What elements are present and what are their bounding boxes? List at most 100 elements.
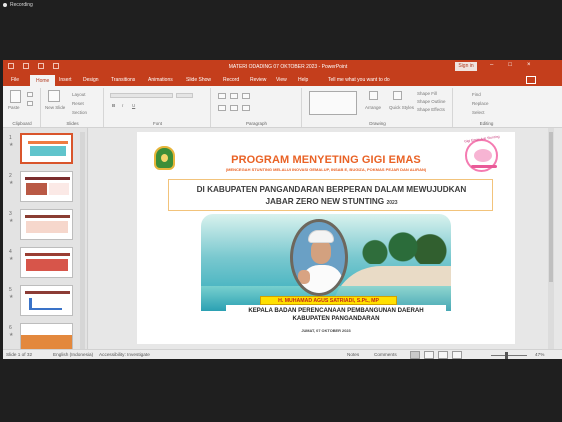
reset-button[interactable]: Reset (72, 101, 84, 106)
slide-animation-icon: ★ (9, 256, 14, 262)
font-label: Font (152, 121, 162, 126)
palm-trees-image (355, 226, 451, 264)
ribbon-tabs: File Home Insert Design Transitions Anim… (3, 73, 562, 86)
tab-transitions[interactable]: Transitions (111, 77, 135, 83)
quick-styles-icon[interactable] (393, 91, 402, 100)
tab-review[interactable]: Review (250, 77, 266, 83)
new-slide-button[interactable]: New Slide (45, 105, 65, 110)
paste-icon[interactable] (10, 90, 21, 103)
current-slide: Gigi Emas Anti Stunting PROGRAM MENYETIN… (137, 132, 515, 344)
official-position-line-2: KABUPATEN PANGANDARAN (292, 315, 380, 322)
drawing-label: Drawing (369, 121, 386, 126)
tab-home[interactable]: Home (30, 75, 56, 86)
headline-box: DI KABUPATEN PANGANDARAN BERPERAN DALAM … (168, 179, 493, 211)
arrange-button[interactable]: Arrange (365, 105, 381, 110)
slide-thumbnail-2[interactable]: 2 ★ (5, 171, 85, 205)
new-slide-icon[interactable] (48, 90, 60, 102)
slide-thumbnail-1[interactable]: 1 ★ (5, 133, 85, 167)
sign-in-button[interactable]: Sign in (455, 62, 477, 71)
paste-button[interactable]: Paste (8, 105, 20, 110)
slide-animation-icon: ★ (9, 142, 14, 148)
quick-access-toolbar (8, 63, 59, 69)
home-ribbon: Paste Clipboard New Slide Layout Reset S… (3, 86, 562, 128)
paragraph-label: Paragraph (245, 121, 267, 126)
quick-styles-button[interactable]: Quick Styles (389, 105, 414, 110)
drawing-group: Arrange Quick Styles Shape Fill Shape Ou… (303, 88, 453, 127)
underline-button[interactable]: U (132, 103, 135, 108)
close-button[interactable]: × (527, 62, 531, 68)
shapes-gallery[interactable] (309, 91, 357, 115)
slide-thumbnail-4[interactable]: 4 ★ (5, 247, 85, 281)
layout-button[interactable]: Layout (72, 92, 86, 97)
tab-file[interactable]: File (11, 77, 19, 83)
align-left-icon[interactable] (218, 105, 226, 111)
align-right-icon[interactable] (242, 105, 250, 111)
tab-animations[interactable]: Animations (148, 77, 173, 83)
shape-outline-button[interactable]: Shape Outline (417, 99, 446, 104)
program-subtitle: (MENCEGAH STUNTING MELALUI INOVASI GEMAL… (225, 167, 427, 172)
thumbnail-scrollbar[interactable] (80, 132, 85, 349)
tab-slide-show[interactable]: Slide Show (186, 77, 211, 83)
accessibility-status[interactable]: Accessibility: Investigate (99, 352, 150, 357)
slides-group: New Slide Layout Reset Section Slides (42, 88, 104, 127)
tab-view[interactable]: View (276, 77, 287, 83)
shape-effects-button[interactable]: Shape Effects (417, 107, 445, 112)
arrange-icon[interactable] (369, 91, 378, 100)
font-name-input[interactable] (110, 93, 173, 98)
slide-animation-icon: ★ (9, 180, 14, 186)
slide-thumbnail-5[interactable]: 5 ★ (5, 285, 85, 319)
official-position-line-1: KEPALA BADAN PERENCANAAN PEMBANGUNAN DAE… (248, 307, 424, 314)
copy-icon[interactable] (27, 101, 33, 106)
bullets-icon[interactable] (218, 93, 226, 99)
tab-help[interactable]: Help (298, 77, 308, 83)
find-button[interactable]: Find (472, 92, 481, 97)
replace-button[interactable]: Replace (472, 101, 489, 106)
comments-button[interactable]: Comments (374, 352, 397, 357)
headline-line-2: JABAR ZERO NEW STUNTING (265, 197, 385, 206)
redo-icon[interactable] (53, 63, 59, 69)
recording-dot-icon (3, 3, 7, 7)
slide-vertical-scrollbar[interactable] (548, 128, 554, 349)
slide-number: 4 (9, 249, 12, 255)
slide-number: 5 (9, 287, 12, 293)
zoom-slider-track[interactable] (491, 355, 527, 356)
slide-sorter-view-button[interactable] (424, 351, 434, 359)
tab-record[interactable]: Record (223, 77, 239, 83)
shape-fill-button[interactable]: Shape Fill (417, 91, 437, 96)
section-button[interactable]: Section (72, 110, 87, 115)
normal-view-button[interactable] (410, 351, 420, 359)
slide-thumbnail-3[interactable]: 3 ★ (5, 209, 85, 243)
slide-number: 6 (9, 325, 12, 331)
slide-number: 2 (9, 173, 12, 179)
zoom-slider-thumb[interactable] (505, 352, 508, 359)
select-button[interactable]: Select (472, 110, 485, 115)
slide-preview (20, 285, 73, 316)
slide-number: 3 (9, 211, 12, 217)
italic-button[interactable]: I (122, 103, 123, 108)
save-icon[interactable] (23, 63, 29, 69)
slide-editor: Gigi Emas Anti Stunting PROGRAM MENYETIN… (89, 128, 562, 349)
tab-insert[interactable]: Insert (59, 77, 72, 83)
editing-label: Editing (479, 121, 494, 126)
notes-button[interactable]: Notes (347, 352, 359, 357)
autosave-icon[interactable] (8, 63, 14, 69)
numbering-icon[interactable] (230, 93, 238, 99)
font-size-input[interactable] (176, 93, 193, 98)
zoom-level[interactable]: 47% (535, 352, 544, 357)
share-icon[interactable] (526, 76, 536, 84)
slide-show-view-button[interactable] (452, 351, 462, 359)
bold-button[interactable]: B (112, 103, 115, 108)
headline-year: 2023 (386, 200, 398, 206)
reading-view-button[interactable] (438, 351, 448, 359)
indent-icon[interactable] (242, 93, 250, 99)
tell-me-search[interactable]: Tell me what you want to do (328, 77, 390, 83)
cut-icon[interactable] (27, 92, 33, 97)
align-center-icon[interactable] (230, 105, 238, 111)
language-status[interactable]: English (Indonesia) (53, 352, 93, 357)
minimize-button[interactable]: – (490, 62, 493, 68)
tab-design[interactable]: Design (83, 77, 99, 83)
undo-icon[interactable] (38, 63, 44, 69)
maximize-button[interactable]: □ (508, 62, 512, 68)
official-portrait-image (290, 219, 348, 296)
font-group: B I U Font (105, 88, 211, 127)
